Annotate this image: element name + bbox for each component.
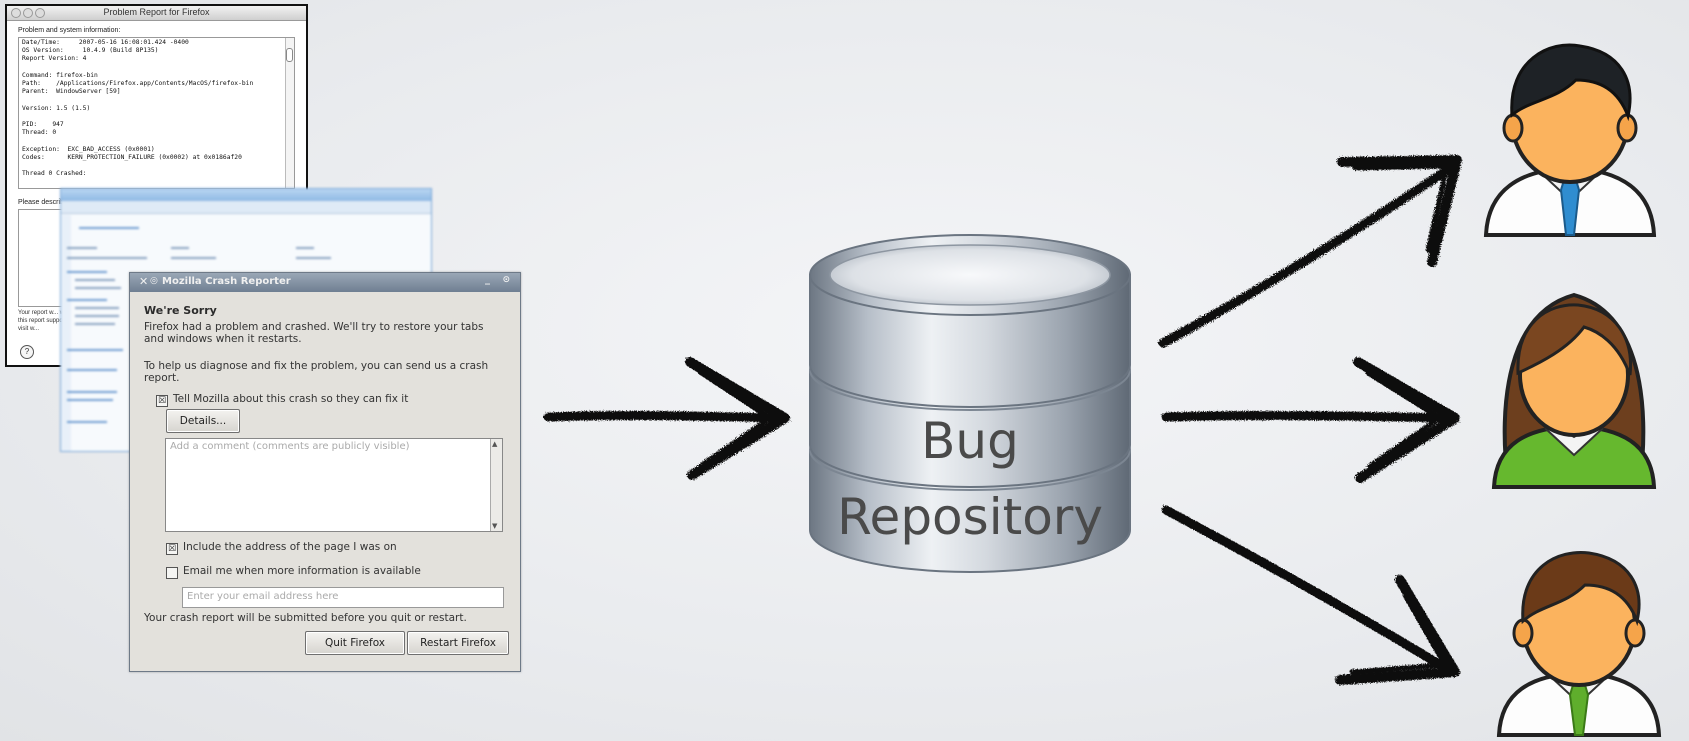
female-developer-icon [1491, 292, 1657, 489]
hand-drawn-arrow-icon [543, 357, 790, 480]
hand-drawn-arrow-right-icon [1161, 357, 1460, 483]
male-developer-green-tie-icon [1496, 550, 1662, 737]
bug-repository-label: Bug Repository [805, 0, 1135, 741]
bug-repository-line-2: Repository [837, 488, 1103, 546]
male-developer-blue-tie-icon [1483, 43, 1657, 237]
hand-drawn-arrow-up-icon [1158, 155, 1462, 348]
bug-repository-line-1: Bug [921, 412, 1019, 470]
hand-drawn-arrow-down-icon [1161, 505, 1460, 685]
